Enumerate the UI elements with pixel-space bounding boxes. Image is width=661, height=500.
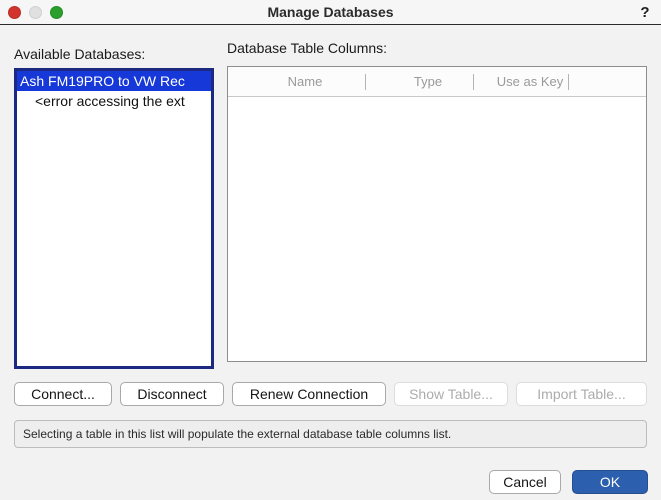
column-divider[interactable] xyxy=(473,74,474,90)
title-bar: Manage Databases ? xyxy=(0,0,661,25)
database-table-columns-panel: Name Type Use as Key xyxy=(227,66,647,362)
help-icon[interactable]: ? xyxy=(637,0,653,25)
import-table-button: Import Table... xyxy=(516,382,647,406)
renew-connection-button[interactable]: Renew Connection xyxy=(232,382,386,406)
available-databases-list-inner: Ash FM19PRO to VW Rec <error accessing t… xyxy=(17,71,211,111)
manage-databases-window: Manage Databases ? Available Databases: … xyxy=(0,0,661,500)
window-title: Manage Databases xyxy=(267,4,394,20)
status-message: Selecting a table in this list will popu… xyxy=(23,427,452,441)
table-header-row: Name Type Use as Key xyxy=(228,67,646,97)
column-divider[interactable] xyxy=(365,74,366,90)
show-table-button: Show Table... xyxy=(394,382,508,406)
column-header-type[interactable]: Type xyxy=(383,67,473,96)
available-databases-list[interactable]: Ash FM19PRO to VW Rec <error accessing t… xyxy=(14,68,214,369)
cancel-button[interactable]: Cancel xyxy=(489,470,561,494)
available-databases-label: Available Databases: xyxy=(14,46,146,62)
table-body-empty[interactable] xyxy=(228,97,646,361)
column-header-use-as-key[interactable]: Use as Key xyxy=(480,67,580,96)
list-item[interactable]: <error accessing the ext xyxy=(17,91,211,111)
connect-button[interactable]: Connect... xyxy=(14,382,112,406)
column-divider[interactable] xyxy=(568,74,569,90)
status-box: Selecting a table in this list will popu… xyxy=(14,420,647,448)
disconnect-button[interactable]: Disconnect xyxy=(120,382,224,406)
ok-button[interactable]: OK xyxy=(572,470,648,494)
column-header-name[interactable]: Name xyxy=(250,67,360,96)
database-table-columns-label: Database Table Columns: xyxy=(227,40,388,56)
list-item[interactable]: Ash FM19PRO to VW Rec xyxy=(17,71,211,91)
